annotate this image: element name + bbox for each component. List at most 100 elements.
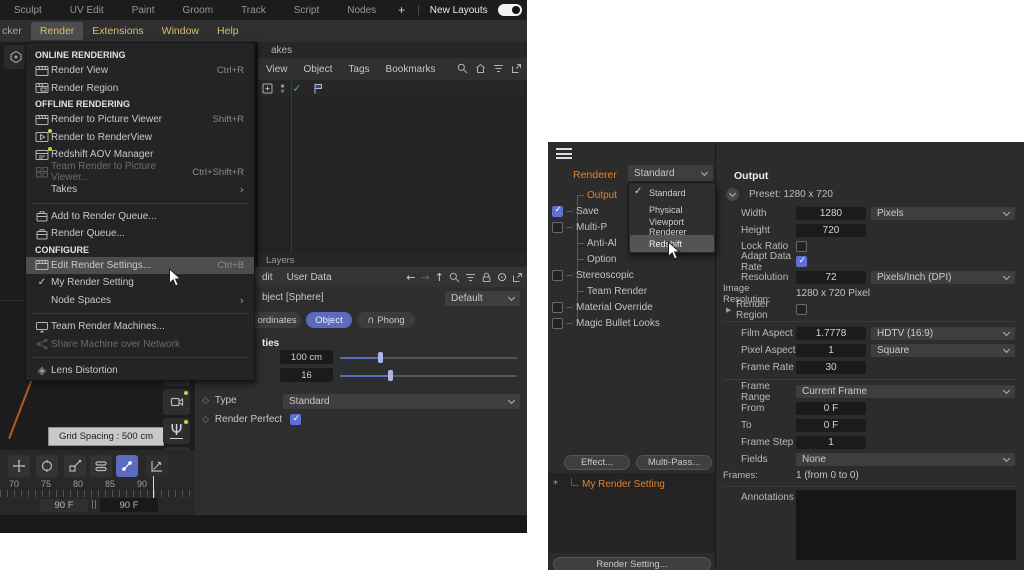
tab-phong[interactable]: ∩ Phong	[357, 312, 415, 328]
annotations-textarea[interactable]	[796, 490, 1016, 560]
film-aspect-input[interactable]: 1.7778	[796, 327, 866, 340]
home-icon[interactable]	[475, 63, 486, 74]
up-arrow-icon[interactable]: ↑	[435, 271, 444, 284]
takes-menu-view[interactable]: View	[258, 64, 296, 75]
resolution-unit-dropdown[interactable]: Pixels/Inch (DPI)	[871, 271, 1015, 284]
preset-collapse-icon[interactable]	[726, 188, 739, 201]
height-input[interactable]: 720	[796, 224, 866, 237]
renderer-option-standard[interactable]: ✓ Standard	[630, 184, 714, 201]
record-rotation-button[interactable]	[36, 455, 58, 477]
record-parameter-button[interactable]	[90, 455, 112, 477]
camera-mode-button[interactable]	[163, 389, 190, 415]
save-checkbox[interactable]	[552, 206, 563, 217]
record-scale-button[interactable]	[64, 455, 86, 477]
layout-tab-paint[interactable]: Paint	[118, 5, 169, 16]
radius-slider-handle[interactable]	[378, 352, 383, 363]
my-render-setting-item[interactable]: * My Render Setting	[548, 479, 665, 490]
width-input[interactable]: 1280	[796, 207, 866, 220]
timeline-playhead[interactable]	[153, 476, 154, 498]
attribute-preset-dropdown[interactable]: Default	[445, 291, 520, 306]
lock-icon[interactable]	[481, 272, 492, 283]
fields-dropdown[interactable]: None	[796, 453, 1015, 466]
takes-menu-tags[interactable]: Tags	[340, 64, 377, 75]
current-frame-field[interactable]: 90 F	[40, 499, 88, 512]
radius-field[interactable]: 100 cm	[280, 350, 333, 364]
sidebar-item-stereoscopic[interactable]: Stereoscopic	[548, 267, 715, 283]
takes-menu-object[interactable]: Object	[296, 64, 341, 75]
attribute-menu-user-data[interactable]: User Data	[280, 272, 339, 283]
hamburger-menu-icon[interactable]	[556, 148, 572, 162]
film-aspect-dropdown[interactable]: HDTV (16:9)	[871, 327, 1015, 340]
lock-ratio-checkbox[interactable]	[796, 241, 807, 252]
resolution-input[interactable]: 72	[796, 271, 866, 284]
pixel-aspect-dropdown[interactable]: Square	[871, 344, 1015, 357]
from-input[interactable]: 0 F	[796, 402, 866, 415]
search-icon[interactable]	[457, 63, 468, 74]
add-layout-button[interactable]: +	[390, 3, 413, 17]
preset-row[interactable]: Preset: 1280 x 720	[726, 188, 833, 201]
target-icon[interactable]: ⊙	[497, 270, 507, 284]
expander-icon[interactable]: ▶	[726, 306, 736, 314]
menu-item-edit-render-settings[interactable]: Edit Render Settings... Ctrl+B	[26, 257, 254, 275]
material-override-checkbox[interactable]	[552, 302, 563, 313]
add-take-icon[interactable]	[261, 82, 273, 94]
frame-step-input[interactable]: 1	[796, 436, 866, 449]
animation-curve-button[interactable]	[146, 455, 168, 477]
menu-help[interactable]: Help	[208, 22, 248, 40]
forward-arrow-icon[interactable]: →	[421, 271, 430, 284]
render-perfect-checkbox[interactable]	[290, 414, 301, 425]
layout-tab-groom[interactable]: Groom	[169, 5, 228, 16]
menu-item-node-spaces[interactable]: Node Spaces ›	[26, 292, 254, 310]
to-input[interactable]: 0 F	[796, 419, 866, 432]
timeline[interactable]: 70 75 80 85 90 90 F || 90 F	[0, 450, 196, 515]
menu-item-my-render-setting[interactable]: ✓ My Render Setting	[26, 274, 254, 292]
renderer-option-viewport-renderer[interactable]: Viewport Renderer	[630, 218, 714, 235]
multi-pass-checkbox[interactable]	[552, 222, 563, 233]
menu-item-render-view[interactable]: Render View Ctrl+R	[26, 62, 254, 80]
new-layouts-toggle[interactable]	[498, 4, 522, 16]
render-region-checkbox[interactable]	[796, 304, 807, 315]
flag-icon[interactable]	[312, 82, 324, 94]
layout-tab-uv-edit[interactable]: UV Edit	[56, 5, 118, 16]
menu-extensions[interactable]: Extensions	[83, 22, 152, 40]
end-frame-field[interactable]: 90 F	[100, 498, 158, 512]
layout-tab-script[interactable]: Script	[280, 5, 334, 16]
timeline-ruler[interactable]	[0, 490, 196, 497]
tab-object[interactable]: Object	[306, 312, 352, 328]
adapt-data-rate-checkbox[interactable]	[796, 256, 807, 267]
menu-item-render-to-picture-viewer[interactable]: Render to Picture Viewer Shift+R	[26, 111, 254, 129]
sidebar-item-team-render[interactable]: Team Render	[548, 283, 715, 299]
filter-icon[interactable]	[493, 63, 504, 74]
external-window-icon[interactable]	[511, 63, 522, 74]
take-check-icon[interactable]: ✓	[291, 82, 303, 94]
magic-bullet-looks-checkbox[interactable]	[552, 318, 563, 329]
layout-tab-sculpt[interactable]: Sculpt	[0, 5, 56, 16]
tab-coordinates[interactable]: ordinates	[253, 312, 301, 328]
segments-slider-handle[interactable]	[388, 370, 393, 381]
menu-tracker-cut[interactable]: cker	[0, 22, 31, 40]
menu-item-team-render-machines[interactable]: Team Render Machines...	[26, 318, 254, 336]
segments-field[interactable]: 16	[280, 368, 333, 382]
record-position-button[interactable]	[8, 455, 30, 477]
new-layouts-label[interactable]: New Layouts	[424, 5, 494, 16]
filter-icon[interactable]	[465, 272, 476, 283]
renderer-option-physical[interactable]: Physical	[630, 201, 714, 218]
layers-panel-tab[interactable]: Layers	[258, 253, 527, 267]
takes-menu-bookmarks[interactable]: Bookmarks	[378, 64, 444, 75]
render-setting-button[interactable]: Render Setting...	[553, 557, 711, 570]
external-window-icon[interactable]	[512, 272, 523, 283]
stereoscopic-checkbox[interactable]	[552, 270, 563, 281]
menu-render[interactable]: Render	[31, 22, 83, 40]
sidebar-item-magic-bullet-looks[interactable]: Magic Bullet Looks	[548, 315, 715, 331]
sidebar-item-material-override[interactable]: Material Override	[548, 299, 715, 315]
layout-tab-nodes[interactable]: Nodes	[333, 5, 390, 16]
width-unit-dropdown[interactable]: Pixels	[871, 207, 1015, 220]
search-icon[interactable]	[449, 272, 460, 283]
frame-range-dropdown[interactable]: Current Frame	[796, 385, 1015, 398]
take-dots-icon[interactable]	[276, 82, 288, 94]
menu-item-add-to-render-queue[interactable]: Add to Render Queue...	[26, 208, 254, 226]
menu-item-takes[interactable]: Takes ›	[26, 181, 254, 199]
attribute-menu-edit-cut[interactable]: dit	[255, 272, 280, 283]
takes-panel-tab[interactable]: akes	[258, 42, 527, 58]
pixel-aspect-input[interactable]: 1	[796, 344, 866, 357]
